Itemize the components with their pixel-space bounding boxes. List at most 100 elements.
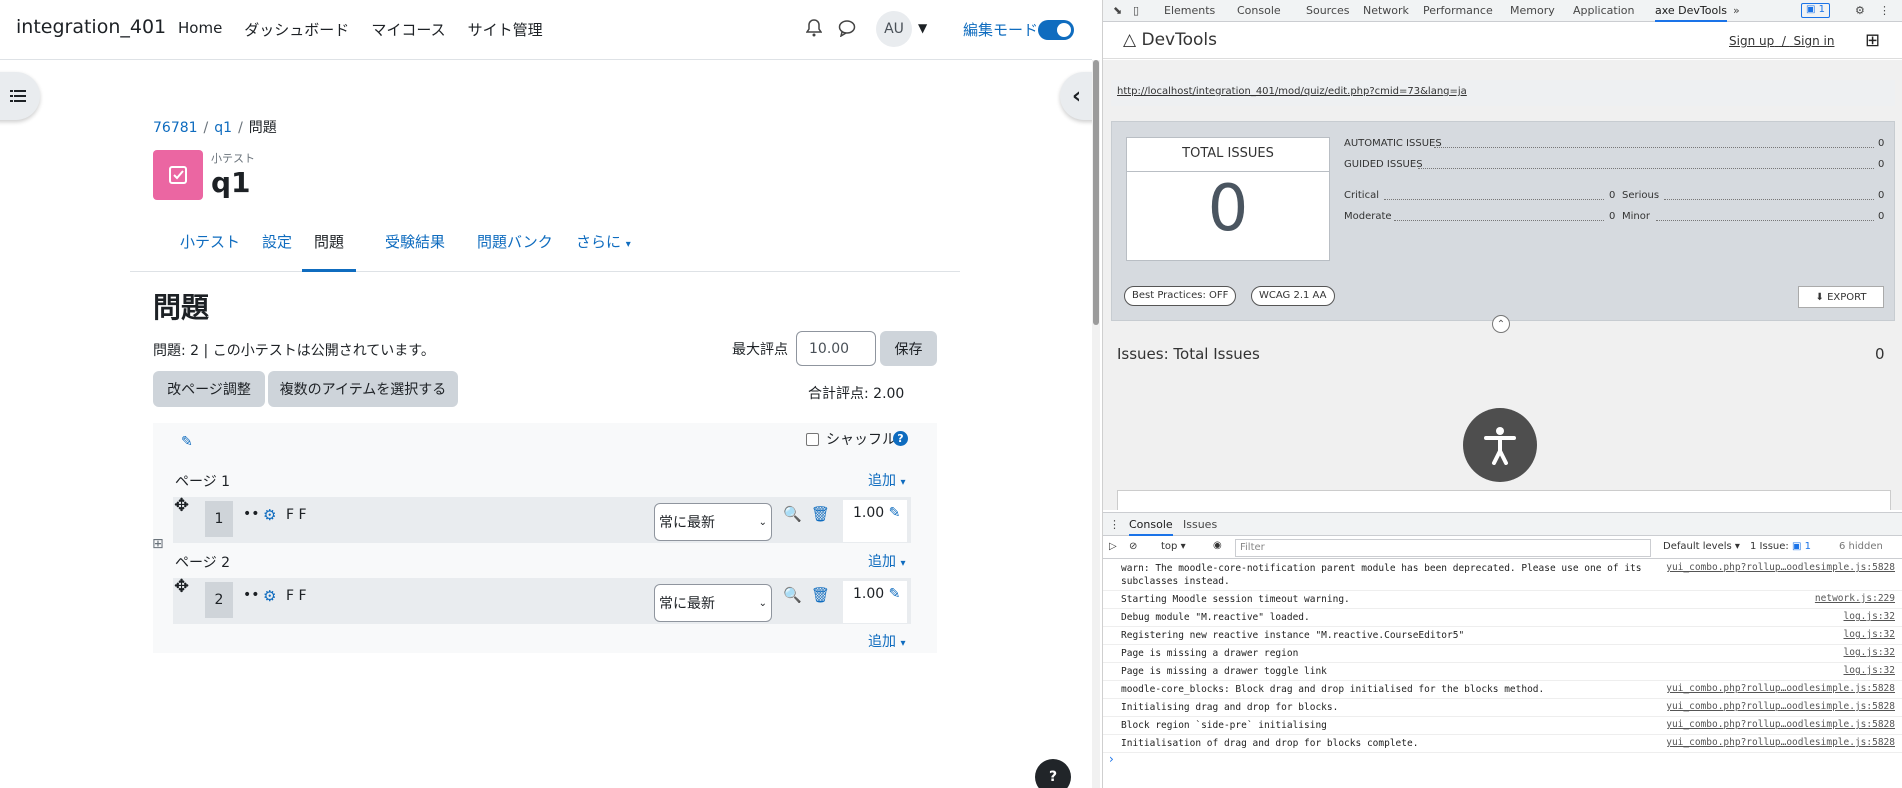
console-source-link[interactable]: log.js:32	[1844, 647, 1895, 658]
tab-network[interactable]: Network	[1363, 4, 1409, 17]
site-name[interactable]: integration_401	[16, 16, 166, 38]
edit-pencil-icon[interactable]: ✎	[181, 434, 193, 450]
help-button[interactable]: ?	[1035, 759, 1071, 788]
tab-memory[interactable]: Memory	[1510, 4, 1555, 17]
console-messages: warn: The moodle-core-notification paren…	[1103, 560, 1902, 753]
add-menu-link[interactable]: 追加 ▾	[868, 470, 905, 490]
console-source-link[interactable]: yui_combo.php?rollup…oodlesimple.js:5828	[1666, 701, 1895, 712]
console-message: warn: The moodle-core-notification paren…	[1103, 560, 1902, 591]
tab-elements[interactable]: Elements	[1164, 4, 1215, 17]
test-url[interactable]: http://localhost/integration_401/mod/qui…	[1111, 80, 1895, 106]
user-avatar[interactable]: AU	[876, 11, 912, 47]
serious-label[interactable]: Serious	[1622, 190, 1659, 201]
edit-mark-icon[interactable]: ✎	[889, 505, 901, 521]
tab-quiz[interactable]: 小テスト	[168, 231, 252, 272]
best-practices-toggle[interactable]: Best Practices: OFF	[1124, 286, 1237, 306]
wcag-standard-pill[interactable]: WCAG 2.1 AA	[1251, 286, 1335, 306]
console-source-link[interactable]: yui_combo.php?rollup…oodlesimple.js:5828	[1666, 737, 1895, 748]
filter-input[interactable]: Filter	[1235, 539, 1651, 557]
signup-link[interactable]: Sign up	[1729, 34, 1774, 48]
console-source-link[interactable]: yui_combo.php?rollup…oodlesimple.js:5828	[1666, 683, 1895, 694]
moderate-label[interactable]: Moderate	[1344, 211, 1392, 222]
nav-site-admin[interactable]: サイト管理	[468, 19, 543, 40]
shuffle-checkbox[interactable]	[806, 433, 819, 446]
edit-mark-icon[interactable]: ✎	[889, 586, 901, 602]
issues-counter[interactable]: 1 Issue: ▣ 1	[1750, 541, 1811, 552]
move-icon[interactable]: ✥	[174, 495, 189, 516]
tab-results[interactable]: 受験結果	[373, 231, 457, 272]
console-source-link[interactable]: network.js:229	[1815, 593, 1895, 604]
log-levels-select[interactable]: Default levels ▾	[1663, 541, 1740, 552]
delete-icon[interactable]: 🗑	[811, 505, 830, 523]
drawer-menu-icon[interactable]: ⋮	[1109, 518, 1120, 531]
collapse-summary-icon[interactable]: ⌃	[1492, 315, 1510, 333]
repaginate-button[interactable]: 改ページ調整	[153, 371, 265, 407]
help-icon[interactable]: ?	[893, 431, 908, 446]
version-select[interactable]: 常に最新 ⌄	[654, 584, 772, 622]
console-message: Page is missing a drawer toggle link log.…	[1103, 663, 1902, 681]
tab-settings[interactable]: 設定	[250, 231, 304, 272]
tab-performance[interactable]: Performance	[1423, 4, 1493, 17]
preview-icon[interactable]: 🔍	[783, 586, 802, 604]
primary-navigation: Home ダッシュボード マイコース サイト管理	[178, 19, 543, 40]
delete-icon[interactable]: 🗑	[811, 586, 830, 604]
tab-issues-drawer[interactable]: Issues	[1183, 518, 1217, 531]
console-prompt-icon[interactable]: ›	[1109, 752, 1114, 766]
add-icon[interactable]: ⊞	[1865, 30, 1880, 51]
tab-console-drawer[interactable]: Console	[1129, 518, 1173, 536]
critical-label[interactable]: Critical	[1344, 190, 1379, 201]
tab-questions[interactable]: 問題	[302, 231, 357, 272]
nav-my-courses[interactable]: マイコース	[371, 19, 445, 40]
automatic-issues-label[interactable]: AUTOMATIC ISSUES	[1344, 138, 1442, 149]
console-source-link[interactable]: yui_combo.php?rollup…oodlesimple.js:5828	[1666, 719, 1895, 730]
inspect-icon[interactable]: ⬊	[1113, 4, 1122, 17]
total-issues-label: TOTAL ISSUES	[1127, 138, 1329, 172]
more-tabs-icon[interactable]: »	[1733, 4, 1740, 17]
console-source-link[interactable]: yui_combo.php?rollup…oodlesimple.js:5828	[1666, 562, 1895, 573]
chevron-down-icon[interactable]: ▼	[918, 21, 927, 35]
console-source-link[interactable]: log.js:32	[1844, 611, 1895, 622]
max-grade-input[interactable]: 10.00	[796, 331, 876, 366]
sidebar-toggle-icon[interactable]: ▷	[1109, 541, 1117, 552]
more-options-icon[interactable]: ⋮	[1879, 4, 1890, 17]
version-select[interactable]: 常に最新 ⌄	[654, 503, 772, 541]
tab-axe-devtools[interactable]: axe DevTools	[1655, 4, 1728, 22]
bell-icon[interactable]	[806, 19, 822, 37]
gear-icon[interactable]: ⚙	[1855, 4, 1865, 17]
page-scrollbar-thumb[interactable]	[1093, 60, 1099, 325]
export-button[interactable]: ⬇ EXPORT	[1798, 286, 1884, 308]
console-source-link[interactable]: log.js:32	[1844, 629, 1895, 640]
breadcrumb-course[interactable]: 76781	[153, 120, 198, 136]
tab-console[interactable]: Console	[1237, 4, 1281, 17]
minor-label[interactable]: Minor	[1622, 211, 1650, 222]
open-course-index-button[interactable]	[0, 72, 40, 120]
total-issues-value: 0	[1207, 172, 1249, 246]
question-name[interactable]: F F	[286, 588, 307, 604]
tab-more[interactable]: さらに ▾	[564, 231, 643, 272]
nav-dashboard[interactable]: ダッシュボード	[244, 19, 349, 40]
add-menu-link[interactable]: 追加 ▾	[868, 551, 905, 571]
move-icon[interactable]: ✥	[174, 576, 189, 597]
question-name[interactable]: F F	[286, 507, 307, 523]
save-button[interactable]: 保存	[880, 331, 937, 366]
add-menu-link[interactable]: 追加 ▾	[868, 631, 905, 651]
tab-sources[interactable]: Sources	[1306, 4, 1350, 17]
signin-link[interactable]: Sign in	[1794, 34, 1835, 48]
nav-home[interactable]: Home	[178, 19, 222, 40]
chat-icon[interactable]	[838, 19, 856, 37]
page-break-icon[interactable]: ⊞	[152, 536, 164, 552]
select-multiple-button[interactable]: 複数のアイテムを選択する	[268, 371, 458, 407]
context-select[interactable]: top ▾	[1161, 541, 1186, 552]
clear-console-icon[interactable]: ⊘	[1129, 541, 1137, 552]
preview-icon[interactable]: 🔍	[783, 505, 802, 523]
guided-issues-label[interactable]: GUIDED ISSUES	[1344, 159, 1423, 170]
issues-badge[interactable]: ▣ 1	[1801, 3, 1831, 18]
slot-number: 1	[205, 501, 233, 537]
edit-mode-toggle[interactable]	[1038, 20, 1074, 40]
console-source-link[interactable]: log.js:32	[1844, 665, 1895, 676]
tab-application[interactable]: Application	[1573, 4, 1634, 17]
eye-icon[interactable]: ◉	[1213, 540, 1222, 551]
device-toolbar-icon[interactable]: ▯	[1133, 4, 1139, 17]
breadcrumb-quiz[interactable]: q1	[214, 120, 232, 136]
tab-question-bank[interactable]: 問題バンク	[465, 231, 565, 272]
